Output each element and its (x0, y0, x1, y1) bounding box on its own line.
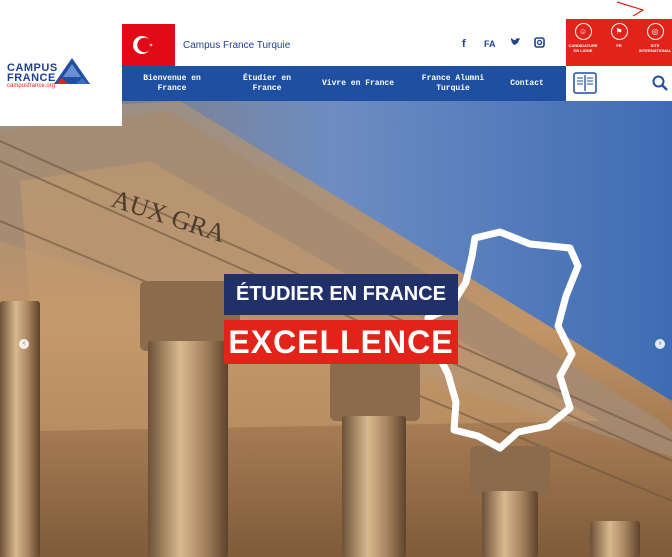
column (590, 521, 640, 557)
carousel-next-button[interactable]: › (655, 339, 665, 349)
logo-triangles-icon (54, 58, 90, 84)
column-capital (330, 361, 420, 421)
quick-actions: ☺ CANDIDATURE EN LIGNE ⚑ FR ◎ SITE INTERNA… (566, 19, 672, 67)
turkey-flag-icon (122, 24, 175, 66)
flag-icon: ⚑ (610, 23, 628, 40)
nav-alumni[interactable]: France Alumni Turquie (406, 66, 500, 101)
nav-etudier[interactable]: Étudier en France (222, 66, 312, 101)
user-icon: ☺ (574, 23, 592, 40)
hero-subheadline: EXCELLENCE (224, 320, 458, 364)
nav-contact[interactable]: Contact (502, 66, 552, 101)
logo-text: CAMPUS FRANCE (7, 62, 58, 84)
nav-tools (566, 66, 672, 101)
instagram-icon[interactable] (534, 37, 545, 51)
site-title[interactable]: Campus France Turquie (183, 40, 290, 51)
nav-vivre[interactable]: Vivre en France (318, 66, 398, 101)
hero-headline: ÉTUDIER EN FRANCE (224, 274, 458, 315)
international-site-button[interactable]: ◎ SITE INTERNATIONAL (638, 23, 672, 53)
main-navigation: Bienvenue en France Étudier en France Vivr… (122, 66, 566, 101)
candidature-button[interactable]: ☺ CANDIDATURE EN LIGNE (566, 23, 600, 53)
language-link[interactable]: FA (484, 39, 496, 49)
campus-france-logo[interactable]: CAMPUS FRANCE campusfrance.org (0, 0, 122, 126)
pointer-arrow-icon (616, 1, 645, 17)
language-button[interactable]: ⚑ FR (602, 23, 636, 48)
globe-icon: ◎ (646, 23, 664, 40)
column (342, 416, 406, 557)
nav-bienvenue[interactable]: Bienvenue en France (130, 66, 214, 101)
twitter-icon[interactable] (510, 37, 521, 51)
column (482, 491, 538, 557)
facebook-icon[interactable]: f (462, 38, 466, 50)
search-icon[interactable] (652, 75, 668, 91)
logo-url: campusfrance.org (7, 83, 56, 89)
book-icon[interactable] (573, 72, 597, 94)
column (148, 341, 228, 557)
carousel-prev-button[interactable]: ‹ (19, 339, 29, 349)
